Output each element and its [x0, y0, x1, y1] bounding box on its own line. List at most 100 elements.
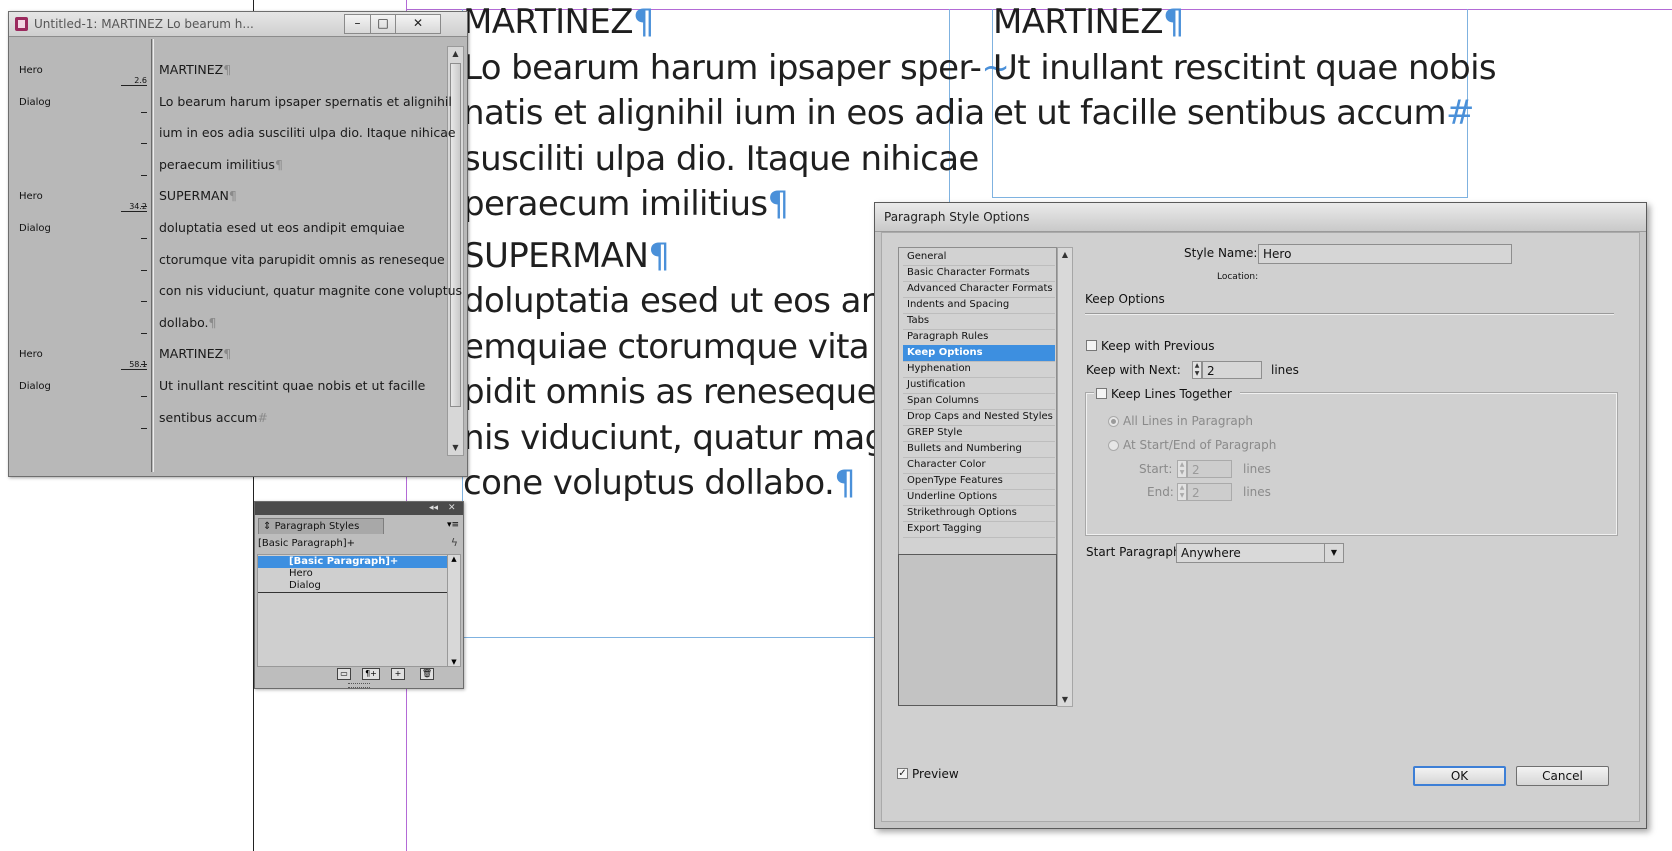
- story-text-line[interactable]: ium in eos adia susciliti ulpa dio. Itaq…: [159, 125, 456, 140]
- preview-checkbox[interactable]: ✓: [897, 768, 908, 779]
- category-list-scrollbar[interactable]: ▲ ▼: [1057, 247, 1073, 707]
- category-item[interactable]: Drop Caps and Nested Styles: [903, 409, 1055, 426]
- scroll-down-arrow-icon[interactable]: ▼: [448, 441, 463, 455]
- pilcrow-marker: ¶: [834, 463, 856, 503]
- category-item[interactable]: Basic Character Formats: [903, 265, 1055, 282]
- scroll-up-arrow-icon[interactable]: ▲: [448, 47, 463, 61]
- category-item-label: General: [907, 251, 947, 262]
- paragraph-styles-list[interactable]: [Basic Paragraph]+ Hero Dialog: [257, 554, 452, 667]
- start-paragraph-select[interactable]: Anywhere ▼: [1176, 543, 1344, 563]
- scroll-up-arrow-icon[interactable]: ▲: [448, 555, 460, 563]
- story-text-line[interactable]: MARTINEZ¶: [159, 346, 231, 361]
- close-button[interactable]: ✕: [395, 14, 441, 34]
- story-text-line[interactable]: ctorumque vita parupidit omnis as renese…: [159, 252, 445, 267]
- end-label: End:: [1147, 485, 1174, 499]
- category-item[interactable]: OpenType Features: [903, 473, 1055, 490]
- story-text-line[interactable]: Lo bearum harum ipsaper spernatis et ali…: [159, 94, 452, 109]
- chevron-down-icon[interactable]: ▼: [1324, 544, 1343, 562]
- styles-list-scrollbar[interactable]: ▲ ▼: [447, 554, 461, 667]
- maximize-button[interactable]: □: [370, 14, 396, 34]
- layout-line-text: et ut facille sentibus accum: [993, 93, 1447, 133]
- story-text-line[interactable]: sentibus accum#: [159, 410, 268, 425]
- category-item[interactable]: Span Columns: [903, 393, 1055, 410]
- category-list-empty-area: [898, 554, 1057, 706]
- ok-button[interactable]: OK: [1413, 766, 1506, 786]
- paragraph-styles-panel[interactable]: ◂◂ ✕ ⇕ Paragraph Styles ▾≡ [Basic Paragr…: [254, 501, 464, 689]
- pilcrow-marker: ¶: [1162, 2, 1185, 42]
- category-item[interactable]: Export Tagging: [903, 521, 1055, 538]
- story-text-line[interactable]: con nis viduciunt, quatur magnite cone v…: [159, 283, 462, 298]
- at-start-end-radio[interactable]: [1108, 440, 1119, 451]
- panel-resize-grip[interactable]: [348, 683, 370, 688]
- paragraph-style-item[interactable]: [Basic Paragraph]+: [258, 556, 451, 568]
- panel-header-bar[interactable]: ◂◂ ✕: [255, 502, 463, 515]
- category-item[interactable]: Character Color: [903, 457, 1055, 474]
- start-field[interactable]: 2: [1187, 460, 1232, 478]
- collapse-panel-icon[interactable]: ◂◂: [429, 502, 438, 515]
- scroll-thumb[interactable]: [450, 63, 461, 407]
- line-tick-mark: [141, 332, 147, 334]
- story-line-text: MARTINEZ: [159, 62, 224, 77]
- category-item-label: Export Tagging: [907, 523, 982, 534]
- create-new-style-icon[interactable]: +: [391, 668, 405, 680]
- story-line-text: con nis viduciunt, quatur magnite cone v…: [159, 283, 463, 299]
- end-stepper[interactable]: ▲ ▼: [1177, 483, 1187, 501]
- category-item[interactable]: Tabs: [903, 313, 1055, 330]
- category-item-label: Drop Caps and Nested Styles: [907, 411, 1053, 422]
- cancel-button[interactable]: Cancel: [1516, 766, 1609, 786]
- all-lines-radio[interactable]: [1108, 416, 1119, 427]
- pilcrow-marker: #: [257, 409, 268, 425]
- scroll-down-arrow-icon[interactable]: ▼: [1058, 695, 1072, 704]
- story-text-line[interactable]: MARTINEZ¶: [159, 62, 231, 77]
- category-item[interactable]: Indents and Spacing: [903, 297, 1055, 314]
- layout-line-text: susciliti ulpa dio. Itaque nihicae: [463, 138, 979, 179]
- vertical-depth-ruler-mark: 34.2: [121, 202, 147, 213]
- scroll-up-arrow-icon[interactable]: ▲: [1058, 250, 1072, 259]
- story-line-text: ctorumque vita parupidit omnis as renese…: [159, 251, 445, 267]
- category-item[interactable]: Advanced Character Formats: [903, 281, 1055, 298]
- minimize-button[interactable]: –: [344, 14, 371, 34]
- paragraph-style-options-dialog[interactable]: Paragraph Style Options General Basic Cha…: [874, 202, 1647, 829]
- category-item[interactable]: GREP Style: [903, 425, 1055, 442]
- tab-label: Paragraph Styles: [274, 521, 360, 532]
- end-field[interactable]: 2: [1187, 483, 1232, 501]
- style-name-field[interactable]: Hero: [1258, 244, 1512, 264]
- close-panel-icon[interactable]: ✕: [448, 502, 456, 515]
- panel-menu-icon[interactable]: ▾≡: [447, 520, 459, 530]
- new-style-group-icon[interactable]: ▭: [337, 668, 351, 680]
- scroll-down-arrow-icon[interactable]: ▼: [448, 658, 460, 666]
- category-item[interactable]: Paragraph Rules: [903, 329, 1055, 346]
- story-line-text: Lo bearum harum ipsaper spernatis et ali…: [159, 93, 452, 109]
- paragraph-style-item[interactable]: Dialog: [258, 580, 451, 592]
- story-text-line[interactable]: SUPERMAN¶: [159, 188, 237, 203]
- category-item[interactable]: Justification: [903, 377, 1055, 394]
- category-item-label: GREP Style: [907, 427, 963, 438]
- paragraph-style-item[interactable]: Hero: [258, 568, 451, 580]
- clear-overrides-icon[interactable]: ¶+: [362, 668, 380, 680]
- line-tick-mark: [141, 364, 147, 366]
- story-editor-window[interactable]: Untitled-1: MARTINEZ Lo bearum h... – □ …: [8, 11, 468, 477]
- keep-lines-together-checkbox[interactable]: [1096, 388, 1107, 399]
- story-text-line[interactable]: dollabo.¶: [159, 315, 216, 330]
- story-text-line[interactable]: Ut inullant rescitint quae nobis et ut f…: [159, 378, 425, 393]
- story-text-line[interactable]: doluptatia esed ut eos andipit emquiae: [159, 220, 405, 235]
- start-stepper[interactable]: ▲ ▼: [1177, 460, 1187, 478]
- category-item[interactable]: Hyphenation: [903, 361, 1055, 378]
- category-item-label: Hyphenation: [907, 363, 971, 374]
- category-item[interactable]: Strikethrough Options: [903, 505, 1055, 522]
- end-unit: lines: [1243, 485, 1271, 499]
- story-line-text: doluptatia esed ut eos andipit emquiae: [159, 220, 405, 235]
- story-text-line[interactable]: peraecum imilitius¶: [159, 157, 283, 172]
- layout-text-line: MARTINEZ¶: [463, 0, 655, 46]
- category-item[interactable]: Keep Options: [903, 345, 1055, 362]
- category-item[interactable]: General: [903, 249, 1055, 266]
- delete-style-icon[interactable]: 🗑: [420, 668, 434, 680]
- lightning-clear-overrides-icon[interactable]: ϟ: [451, 536, 458, 549]
- tab-paragraph-styles[interactable]: ⇕ Paragraph Styles: [258, 518, 384, 534]
- category-item[interactable]: Bullets and Numbering: [903, 441, 1055, 458]
- keep-with-next-field[interactable]: 2: [1202, 361, 1262, 379]
- keep-with-previous-checkbox[interactable]: [1086, 340, 1097, 351]
- story-editor-titlebar[interactable]: Untitled-1: MARTINEZ Lo bearum h... – □ …: [9, 12, 467, 37]
- keep-with-next-stepper[interactable]: ▲ ▼: [1192, 361, 1202, 379]
- category-item[interactable]: Underline Options: [903, 489, 1055, 506]
